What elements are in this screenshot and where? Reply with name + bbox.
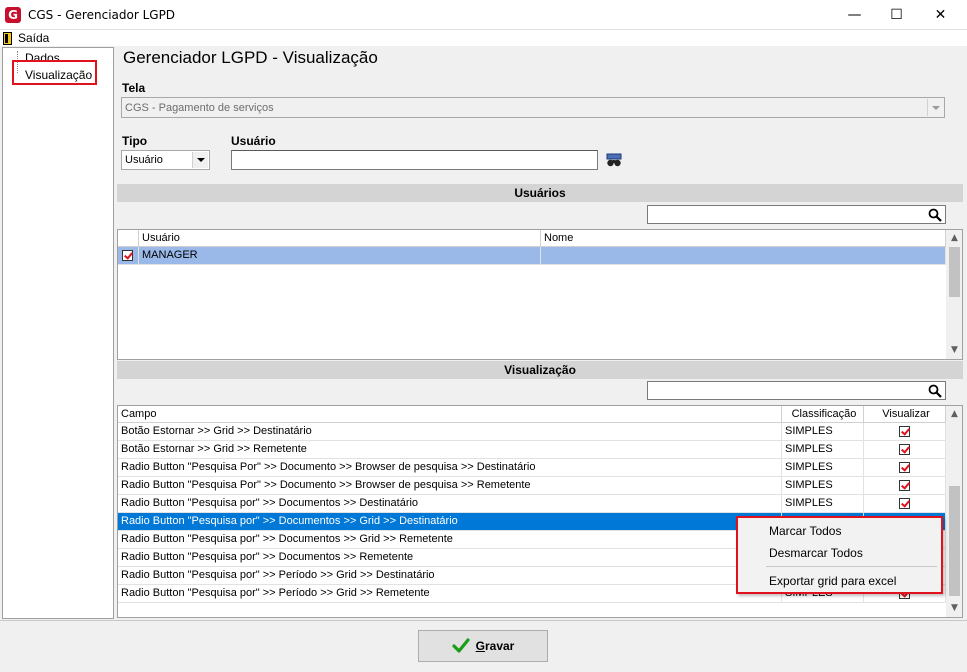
tela-label: Tela [122,81,146,95]
search-icon[interactable] [928,384,942,398]
scroll-down-icon[interactable]: ▼ [946,342,962,359]
column-header-campo[interactable]: Campo [118,406,782,423]
tipo-label: Tipo [122,134,148,148]
tela-select[interactable]: CGS - Pagamento de serviços [121,97,945,118]
menu-item-marcar-todos[interactable]: Marcar Todos [769,524,841,538]
classificacao-cell: SIMPLES [782,477,864,495]
visualizacao-section-header: Visualização [117,361,963,379]
campo-cell: Radio Button "Pesquisa por" >> Documento… [118,531,782,549]
tela-select-value: CGS - Pagamento de serviços [125,101,274,114]
tela-dropdown-button[interactable] [927,99,943,116]
row-select-cell[interactable] [118,247,139,265]
usuario-label: Usuário [231,134,276,148]
classificacao-cell: SIMPLES [782,441,864,459]
campo-cell: Botão Estornar >> Grid >> Destinatário [118,423,782,441]
minimize-button[interactable]: — [832,0,877,30]
classificacao-cell: SIMPLES [782,459,864,477]
exit-menu-item[interactable]: Saída [3,30,49,46]
exit-menu-label: Saída [18,31,50,45]
visualizar-cell[interactable] [864,459,946,477]
window-title: CGS - Gerenciador LGPD [28,8,176,22]
column-header-visualizar[interactable]: Visualizar [864,406,946,423]
table-row[interactable]: Botão Estornar >> Grid >> Destinatário SI… [118,423,946,441]
campo-cell: Radio Button "Pesquisa por" >> Documento… [118,495,782,513]
scroll-down-icon[interactable]: ▼ [946,600,962,617]
chevron-down-icon [931,105,940,110]
title-bar: G CGS - Gerenciador LGPD — ☐ ✕ [0,0,967,30]
visualizacao-scrollbar[interactable]: ▲ ▼ [946,406,962,617]
campo-cell: Radio Button "Pesquisa por" >> Período >… [118,585,782,603]
binoculars-search-icon[interactable] [606,153,622,167]
navigation-tree: Dados Visualização [2,47,114,619]
scroll-thumb[interactable] [949,247,960,297]
usuarios-section-header: Usuários [117,184,963,202]
visualizacao-filter-input[interactable] [647,381,946,400]
row-checkbox[interactable] [122,250,133,261]
usuarios-grid: Usuário Nome MANAGER ▲ ▼ [117,229,963,360]
visualizar-cell[interactable] [864,477,946,495]
visualizar-checkbox[interactable] [899,426,910,437]
visualizar-cell[interactable] [864,441,946,459]
classificacao-cell: SIMPLES [782,495,864,513]
campo-cell: Radio Button "Pesquisa por" >> Documento… [118,549,782,567]
chevron-down-icon [196,158,205,162]
gravar-button[interactable]: Gravar [418,630,548,662]
campo-cell: Radio Button "Pesquisa por" >> Documento… [118,513,782,531]
search-icon[interactable] [928,208,942,222]
table-row[interactable]: MANAGER [118,247,946,265]
table-row[interactable]: Botão Estornar >> Grid >> Remetente SIMPL… [118,441,946,459]
scroll-thumb[interactable] [949,486,960,596]
visualizar-cell[interactable] [864,423,946,441]
scroll-up-icon[interactable]: ▲ [946,406,962,423]
visualizar-checkbox[interactable] [899,462,910,473]
page-title: Gerenciador LGPD - Visualização [123,48,378,67]
column-header-usuario[interactable]: Usuário [139,230,541,247]
campo-cell: Radio Button "Pesquisa Por" >> Documento… [118,477,782,495]
scroll-up-icon[interactable]: ▲ [946,230,962,247]
usuarios-filter-input[interactable] [647,205,946,224]
usuarios-scrollbar[interactable]: ▲ ▼ [946,230,962,359]
nome-cell [541,247,946,265]
grid-context-menu: Marcar Todos Desmarcar Todos Exportar gr… [736,516,943,594]
tipo-dropdown-button[interactable] [192,152,208,168]
menu-item-desmarcar-todos[interactable]: Desmarcar Todos [769,546,863,560]
visualizar-checkbox[interactable] [899,498,910,509]
classificacao-cell: SIMPLES [782,423,864,441]
usuario-cell: MANAGER [139,247,541,265]
table-row[interactable]: Radio Button "Pesquisa Por" >> Documento… [118,459,946,477]
menu-item-exportar-excel[interactable]: Exportar grid para excel [769,574,896,588]
visualizar-cell[interactable] [864,495,946,513]
column-header-classificacao[interactable]: Classificação [782,406,864,423]
campo-cell: Botão Estornar >> Grid >> Remetente [118,441,782,459]
maximize-button[interactable]: ☐ [874,0,919,30]
exit-door-icon [3,31,12,45]
footer-divider [0,620,967,621]
visualizar-checkbox[interactable] [899,444,910,455]
close-button[interactable]: ✕ [918,0,963,30]
select-column-header [118,230,139,247]
visualizar-checkbox[interactable] [899,480,910,491]
usuario-input[interactable] [231,150,598,170]
table-row[interactable]: Radio Button "Pesquisa por" >> Documento… [118,495,946,513]
tipo-select[interactable]: Usuário [121,150,210,170]
table-row[interactable]: Radio Button "Pesquisa Por" >> Documento… [118,477,946,495]
checkmark-icon [452,638,470,653]
campo-cell: Radio Button "Pesquisa por" >> Período >… [118,567,782,585]
tipo-select-value: Usuário [125,154,163,166]
menu-bar: Saída [0,30,967,46]
gravar-button-label: Gravar [475,639,515,653]
tree-item-visualizacao[interactable]: Visualização [25,68,92,82]
column-header-nome[interactable]: Nome [541,230,946,247]
campo-cell: Radio Button "Pesquisa Por" >> Documento… [118,459,782,477]
menu-separator [766,566,937,567]
app-logo-icon: G [5,7,21,23]
